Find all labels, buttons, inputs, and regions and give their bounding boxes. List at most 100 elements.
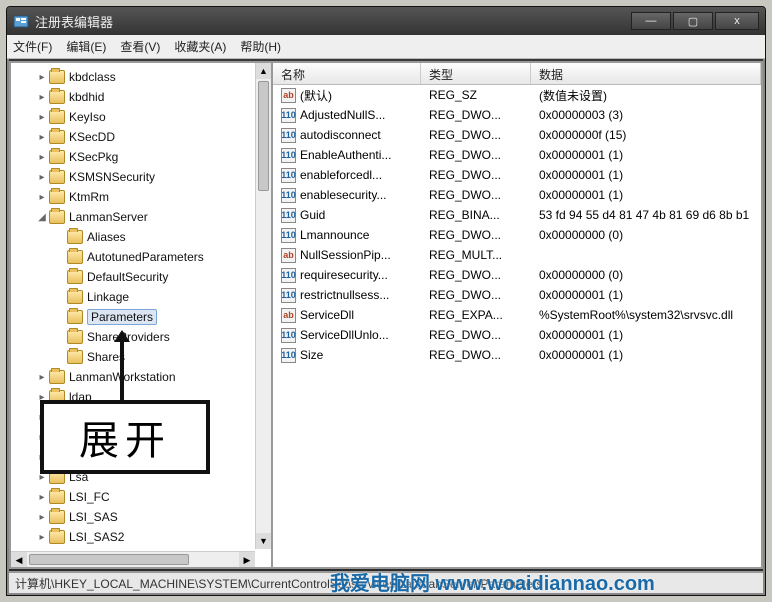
tree-node-label: KeyIso [69, 110, 106, 124]
value-row[interactable]: 110requiresecurity...REG_DWO...0x0000000… [273, 265, 761, 285]
string-value-icon: ab [281, 248, 296, 263]
value-data: 0x00000000 (0) [531, 228, 761, 242]
tree-node[interactable]: ▸ KSecDD [11, 127, 271, 147]
tree-node[interactable]: ShareProviders [11, 327, 271, 347]
value-row[interactable]: 110GuidREG_BINA...53 fd 94 55 d4 81 47 4… [273, 205, 761, 225]
value-row[interactable]: abServiceDllREG_EXPA...%SystemRoot%\syst… [273, 305, 761, 325]
tree-node[interactable]: ▸kbdhid [11, 87, 271, 107]
expander-icon[interactable]: ▸ [35, 112, 49, 123]
value-type: REG_DWO... [421, 168, 531, 182]
tree-node-label: LanmanServer [69, 210, 148, 224]
value-name: restrictnullsess... [300, 288, 389, 302]
tree-node[interactable]: Parameters [11, 307, 271, 327]
maximize-button[interactable]: ▢ [673, 12, 713, 30]
tree-node[interactable]: ▸ KSMSNSecurity [11, 167, 271, 187]
tree-node[interactable]: ◢ LanmanServer [11, 207, 271, 227]
value-row[interactable]: 110SizeREG_DWO...0x00000001 (1) [273, 345, 761, 365]
value-type: REG_DWO... [421, 228, 531, 242]
expander-icon[interactable]: ▸ [35, 532, 49, 543]
tree-node[interactable]: DefaultSecurity [11, 267, 271, 287]
tree-node-label: LSI_SAS [69, 510, 118, 524]
value-data: (数值未设置) [531, 87, 761, 104]
binary-value-icon: 110 [281, 288, 296, 303]
col-data[interactable]: 数据 [531, 63, 761, 84]
tree-node[interactable]: ▸LanmanWorkstation [11, 367, 271, 387]
expander-icon[interactable]: ▸ [35, 152, 49, 163]
scroll-left-icon[interactable]: ◀ [11, 552, 27, 567]
scroll-up-icon[interactable]: ▲ [256, 63, 271, 79]
col-name[interactable]: 名称 [273, 63, 421, 84]
scroll-down-icon[interactable]: ▼ [256, 533, 271, 549]
folder-icon [49, 210, 65, 224]
minimize-button[interactable]: — [631, 12, 671, 30]
list-body[interactable]: ab(默认)REG_SZ(数值未设置)110AdjustedNullS...RE… [273, 85, 761, 567]
tree-node-label: KSMSNSecurity [69, 170, 155, 184]
close-button[interactable]: x [715, 12, 759, 30]
value-row[interactable]: ab(默认)REG_SZ(数值未设置) [273, 85, 761, 105]
scroll-thumb[interactable] [258, 81, 269, 191]
scroll-right-icon[interactable]: ▶ [239, 552, 255, 567]
tree-node[interactable]: ▸ kbdclass [11, 67, 271, 87]
tree-node-label: kbdclass [69, 70, 116, 84]
menu-view[interactable]: 查看(V) [120, 38, 160, 55]
expander-icon[interactable]: ▸ [35, 492, 49, 503]
value-row[interactable]: 110AdjustedNullS...REG_DWO...0x00000003 … [273, 105, 761, 125]
tree-node[interactable]: ▸ KeyIso [11, 107, 271, 127]
value-name: enableforcedl... [300, 168, 382, 182]
tree-node[interactable]: ▸LSI_FC [11, 487, 271, 507]
menu-edit[interactable]: 编辑(E) [66, 38, 106, 55]
expander-icon[interactable]: ◢ [35, 212, 49, 223]
menu-help[interactable]: 帮助(H) [240, 38, 281, 55]
tree-node[interactable]: ▸KtmRm [11, 187, 271, 207]
folder-icon [67, 270, 83, 284]
menubar: 文件(F) 编辑(E) 查看(V) 收藏夹(A) 帮助(H) [7, 35, 765, 59]
value-data: 53 fd 94 55 d4 81 47 4b 81 69 d6 8b b1 [531, 208, 761, 222]
tree-node[interactable]: ▸KSecPkg [11, 147, 271, 167]
col-type[interactable]: 类型 [421, 63, 531, 84]
value-row[interactable]: 110ServiceDllUnlo...REG_DWO...0x00000001… [273, 325, 761, 345]
expander-icon[interactable]: ▸ [35, 372, 49, 383]
value-row[interactable]: 110LmannounceREG_DWO...0x00000000 (0) [273, 225, 761, 245]
expander-icon[interactable]: ▸ [35, 192, 49, 203]
tree-node-label: Parameters [87, 309, 157, 325]
value-row[interactable]: abNullSessionPip...REG_MULT... [273, 245, 761, 265]
tree-scrollbar-v[interactable]: ▲ ▼ [255, 63, 271, 549]
scroll-thumb-h[interactable] [29, 554, 189, 565]
folder-icon [49, 190, 65, 204]
value-name: autodisconnect [300, 128, 381, 142]
tree-node[interactable]: Shares [11, 347, 271, 367]
value-data: 0x00000001 (1) [531, 348, 761, 362]
tree-node-label: AutotunedParameters [87, 250, 204, 264]
value-name: NullSessionPip... [300, 248, 391, 262]
value-row[interactable]: 110EnableAuthenti...REG_DWO...0x00000001… [273, 145, 761, 165]
value-name: enablesecurity... [300, 188, 387, 202]
expander-icon[interactable]: ▸ [35, 132, 49, 143]
value-row[interactable]: 110autodisconnectREG_DWO...0x0000000f (1… [273, 125, 761, 145]
tree-pane[interactable]: ▸kbdclass▸kbdhid▸KeyIso▸KSecDD▸KSecPkg▸K… [11, 63, 273, 567]
expander-icon[interactable]: ▸ [35, 172, 49, 183]
tree-node-label: KSecDD [69, 130, 115, 144]
value-row[interactable]: 110enablesecurity...REG_DWO...0x00000001… [273, 185, 761, 205]
tree-node[interactable]: Linkage [11, 287, 271, 307]
tree-scrollbar-h[interactable]: ◀ ▶ [11, 551, 255, 567]
folder-icon [67, 310, 83, 324]
folder-icon [49, 110, 65, 124]
value-data: 0x00000001 (1) [531, 148, 761, 162]
expander-icon[interactable]: ▸ [35, 512, 49, 523]
tree-node[interactable]: AutotunedParameters [11, 247, 271, 267]
folder-icon [67, 250, 83, 264]
menu-file[interactable]: 文件(F) [13, 38, 52, 55]
tree-node[interactable]: Aliases [11, 227, 271, 247]
tree-node[interactable]: ▸ LSI_SAS [11, 507, 271, 527]
titlebar[interactable]: 注册表编辑器 — ▢ x [7, 7, 765, 35]
tree-node[interactable]: ▸LSI_SAS2 [11, 527, 271, 547]
expander-icon[interactable]: ▸ [35, 92, 49, 103]
value-type: REG_DWO... [421, 128, 531, 142]
folder-icon [49, 150, 65, 164]
value-row[interactable]: 110restrictnullsess...REG_DWO...0x000000… [273, 285, 761, 305]
value-row[interactable]: 110enableforcedl...REG_DWO...0x00000001 … [273, 165, 761, 185]
expander-icon[interactable]: ▸ [35, 72, 49, 83]
menu-favorites[interactable]: 收藏夹(A) [174, 38, 226, 55]
value-data: 0x0000000f (15) [531, 128, 761, 142]
value-name: (默认) [300, 87, 332, 104]
